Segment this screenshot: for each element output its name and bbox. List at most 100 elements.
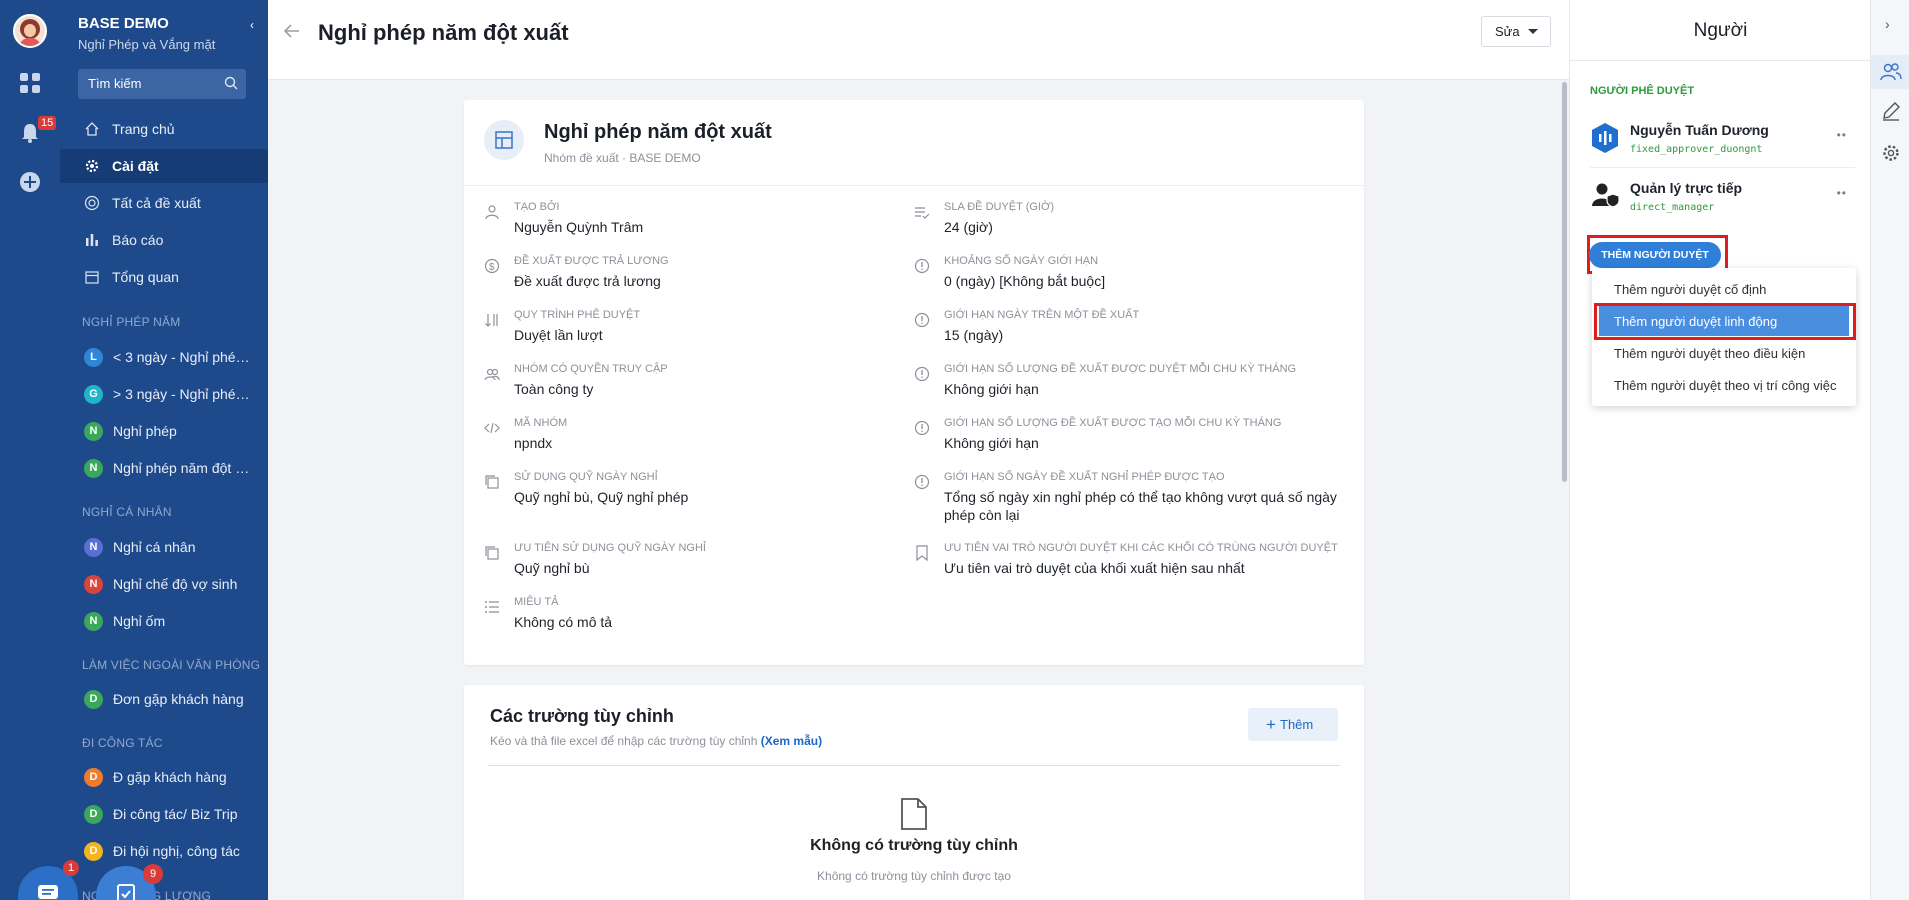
sidebar-item-request[interactable]: D Đơn gặp khách hàng <box>60 682 268 716</box>
sidebar-item-request[interactable]: D Đi hội nghị, công tác <box>60 834 268 868</box>
info-icon <box>914 474 930 490</box>
sidebar-search-input[interactable]: Tìm kiếm <box>78 69 246 99</box>
search-icon <box>224 76 238 90</box>
more-options-icon[interactable]: •• <box>1837 186 1847 200</box>
sidebar-group-label: ĐI CÔNG TÁC <box>82 736 163 750</box>
field-label: ĐỀ XUẤT ĐƯỢC TRẢ LƯƠNG <box>514 255 669 267</box>
field-value: Ưu tiên vai trò duyệt của khối xuất hiện… <box>944 560 1245 576</box>
add-circle-icon[interactable] <box>19 171 41 193</box>
right-toolbar: › <box>1870 0 1909 900</box>
field-label: GIỚI HẠN SỐ LƯỢNG ĐỀ XUẤT ĐƯỢC TẠO MỖI C… <box>944 417 1282 429</box>
sort-icon <box>485 314 498 327</box>
more-options-icon[interactable]: •• <box>1837 128 1847 142</box>
field-label: GIỚI HẠN NGÀY TRÊN MỘT ĐỀ XUẤT <box>944 309 1140 321</box>
list-icon <box>485 601 499 613</box>
settings-icon[interactable] <box>1880 142 1902 164</box>
sidebar-item-request[interactable]: G > 3 ngày - Nghỉ phép năm <box>60 377 268 411</box>
add-custom-field-button[interactable]: + Thêm <box>1248 708 1338 741</box>
view-sample-link[interactable]: (Xem mẫu) <box>761 734 822 748</box>
highlight-annotation <box>1594 303 1856 340</box>
user-avatar[interactable] <box>13 14 47 48</box>
sidebar-item-label: Nghỉ cá nhân <box>113 539 196 555</box>
approver-avatar <box>1592 123 1618 153</box>
divider <box>464 185 1364 186</box>
field-label: MIÊU TẢ <box>514 596 559 608</box>
field-label: GIỚI HẠN SỐ NGÀY ĐỀ XUẤT NGHỈ PHÉP ĐƯỢC … <box>944 471 1225 483</box>
sidebar-group-label: NGHỈ CÁ NHÂN <box>82 505 172 519</box>
divider <box>1570 60 1871 61</box>
bar-chart-icon <box>86 234 98 246</box>
collapse-sidebar-icon[interactable]: ‹ <box>250 18 254 32</box>
workspace-title: BASE DEMO <box>78 15 169 32</box>
sidebar-item-overview[interactable]: Tổng quan <box>60 260 268 294</box>
sidebar-item-label: > 3 ngày - Nghỉ phép năm <box>113 386 255 402</box>
sidebar-item-label: Tổng quan <box>112 269 179 285</box>
sidebar-item-request[interactable]: N Nghỉ cá nhân <box>60 530 268 564</box>
sidebar-item-all-requests[interactable]: Tất cả đề xuất <box>60 186 268 220</box>
empty-state-title: Không có trường tùy chỉnh <box>810 837 1018 854</box>
empty-state-subtitle: Không có trường tùy chỉnh được tạo <box>817 869 1011 883</box>
sidebar-item-label: Trang chủ <box>112 121 175 137</box>
apps-grid-icon[interactable] <box>19 72 41 94</box>
field-value: Không giới hạn <box>944 435 1039 451</box>
detail-title: Nghỉ phép năm đột xuất <box>544 121 772 143</box>
menu-item-conditional-approver[interactable]: Thêm người duyệt theo điều kiện <box>1599 338 1849 368</box>
bookmark-icon <box>916 545 928 561</box>
field-value: Duyệt lần lượt <box>514 327 603 343</box>
sidebar-group-label: LÀM VIỆC NGOÀI VĂN PHÒNG <box>82 658 261 672</box>
target-icon <box>84 195 100 211</box>
sidebar-item-request[interactable]: N Nghỉ phép năm đột xuất <box>60 451 268 485</box>
field-value: Đề xuất được trả lương <box>514 273 661 289</box>
panel-title: Người <box>1693 20 1748 41</box>
sidebar-item-request[interactable]: D Đi công tác/ Biz Trip <box>60 797 268 831</box>
pencil-icon[interactable] <box>1880 100 1902 122</box>
field-value: 0 (ngày) [Không bắt buộc] <box>944 273 1106 289</box>
sidebar-item-label: Đi hội nghị, công tác <box>113 843 240 859</box>
sidebar-item-request[interactable]: N Nghỉ phép <box>60 414 268 448</box>
notification-badge: 15 <box>38 116 57 130</box>
menu-item-fixed-approver[interactable]: Thêm người duyệt cố định <box>1599 274 1849 304</box>
sidebar: BASE DEMO Nghỉ Phép và Vắng mặt ‹ Tìm ki… <box>60 0 268 900</box>
divider <box>1590 167 1855 168</box>
people-icon[interactable] <box>1880 61 1902 83</box>
field-value: 24 (giờ) <box>944 219 993 235</box>
back-arrow-icon[interactable] <box>283 22 301 40</box>
field-value: Toàn công ty <box>514 381 594 397</box>
edit-dropdown-button[interactable]: Sửa <box>1481 16 1551 47</box>
letter-avatar: N <box>84 574 103 594</box>
sidebar-item-settings[interactable]: Cài đặt <box>60 149 268 183</box>
add-approver-button[interactable]: THÊM NGƯỜI DUYỆT <box>1589 242 1721 268</box>
sidebar-item-label: Đ gặp khách hàng <box>113 769 227 785</box>
sidebar-item-label: Đi công tác/ Biz Trip <box>113 806 238 822</box>
field-label: MÃ NHÓM <box>514 417 568 429</box>
manager-icon <box>1592 183 1620 208</box>
field-label: SỬ DỤNG QUỸ NGÀY NGHỈ <box>514 471 658 483</box>
letter-avatar: L <box>84 347 103 367</box>
request-group-detail-card: Nghỉ phép năm đột xuất Nhóm đề xuất · BA… <box>464 100 1364 665</box>
sidebar-item-label: Nghỉ ốm <box>113 613 166 629</box>
page-header: Nghỉ phép năm đột xuất Sửa <box>268 0 1569 80</box>
expand-panel-icon[interactable]: › <box>1885 16 1890 32</box>
letter-avatar: N <box>84 537 103 557</box>
sidebar-item-reports[interactable]: Báo cáo <box>60 223 268 257</box>
info-icon <box>914 420 930 436</box>
custom-fields-subtitle: Kéo và thả file excel để nhập các trường… <box>490 734 822 748</box>
field-label: NHÓM CÓ QUYỀN TRUY CẬP <box>514 363 668 375</box>
code-icon <box>484 422 500 434</box>
approvers-section-label: NGƯỜI PHÊ DUYỆT <box>1590 85 1695 97</box>
field-value: Không có mô tả <box>514 614 613 630</box>
chat-icon <box>38 885 58 899</box>
sidebar-item-request[interactable]: N Nghỉ ốm <box>60 604 268 638</box>
approver-item[interactable]: Quản lý trực tiếp direct_manager •• <box>1590 180 1855 232</box>
users-icon <box>484 368 500 381</box>
scrollbar-thumb[interactable] <box>1562 82 1567 482</box>
sidebar-item-request[interactable]: D Đ gặp khách hàng <box>60 760 268 794</box>
sidebar-item-request[interactable]: N Nghỉ chế độ vợ sinh <box>60 567 268 601</box>
menu-item-position-approver[interactable]: Thêm người duyệt theo vị trí công việc <box>1599 370 1849 400</box>
clipboard-check-icon <box>117 884 135 900</box>
sidebar-item-label: Báo cáo <box>112 232 164 248</box>
letter-avatar: D <box>84 767 103 787</box>
sidebar-item-home[interactable]: Trang chủ <box>60 112 268 146</box>
info-icon <box>914 258 930 274</box>
sidebar-item-request[interactable]: L < 3 ngày - Nghỉ phép năm <box>60 340 268 374</box>
